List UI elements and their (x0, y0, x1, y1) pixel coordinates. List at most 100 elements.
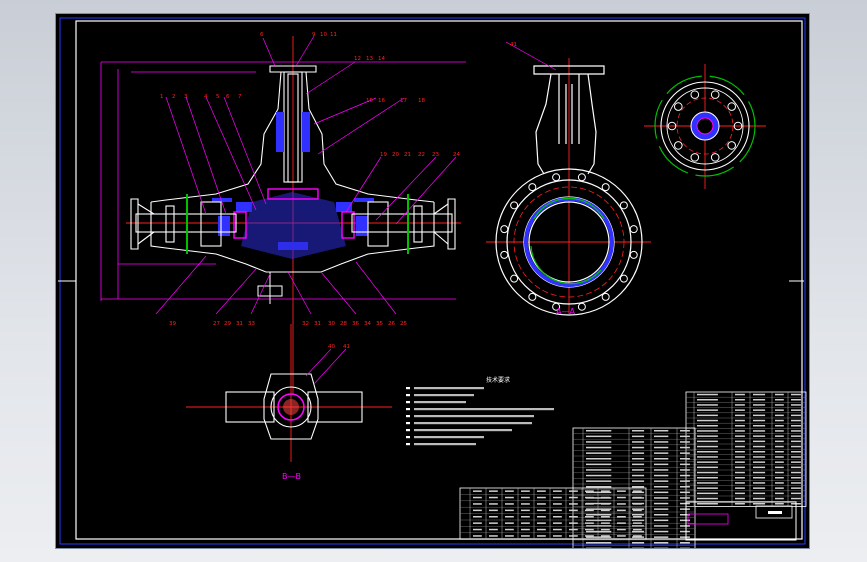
bom-cell-text (735, 440, 745, 443)
bom-cell-text (537, 522, 546, 524)
bom-cell-text (521, 496, 530, 499)
bom-cell-text (585, 490, 594, 492)
bom-cell-text (553, 496, 562, 499)
bom-cell-text (632, 480, 645, 482)
bom-cell-text (775, 430, 784, 432)
note-line (414, 408, 554, 411)
bolt-hole (528, 292, 537, 301)
bom-cell-text (791, 461, 801, 463)
section-aa-view: 41 A—A (486, 41, 651, 316)
balloon-label: 29 (224, 321, 231, 327)
note-number (406, 394, 410, 397)
bom-cell-text (654, 514, 669, 516)
bom-cell-text (753, 399, 766, 401)
bom-cell-text (697, 435, 718, 437)
balloon-label: 3 (184, 94, 188, 100)
cad-drawing: 6 9 10 11 12 13 14 15 16 17 18 1 2 3 4 5… (58, 17, 807, 548)
bom-cell-text (753, 404, 766, 406)
bom-cell-text (537, 535, 546, 537)
bom-cell-text (632, 469, 645, 471)
bom-cell-text (654, 463, 669, 466)
bom-cell-text (489, 535, 498, 537)
bom-cell-text (791, 487, 801, 489)
bom-cell-text (633, 496, 642, 499)
balloon-label: 18 (418, 98, 425, 104)
note-line (414, 394, 474, 397)
bom-cell-text (775, 393, 784, 396)
bolt-hole (629, 250, 638, 259)
bom-cell-text (537, 528, 546, 531)
bom-cell-text (586, 514, 612, 516)
bom-cell-text (585, 496, 594, 499)
bom-cell-text (586, 474, 612, 477)
bom-cell-text (775, 451, 784, 453)
bom-cell-text (753, 466, 766, 469)
bom-cell-text (680, 491, 690, 494)
flange-end-view (644, 64, 766, 189)
bom-cell-text (617, 528, 626, 531)
note-line (414, 422, 532, 425)
bom-cell-text (586, 480, 612, 482)
bom-cell-text (617, 496, 626, 499)
bom-cell-text (654, 491, 669, 494)
bolt-hole (552, 173, 561, 182)
bom-cell-text (654, 497, 669, 499)
balloon-label: 15 (366, 98, 373, 104)
bom-cell-text (735, 409, 745, 411)
balloon-label: 41 (343, 344, 350, 350)
bom-cell-text (680, 486, 690, 488)
bom-cell-text (680, 435, 690, 438)
bom-cell-text (632, 463, 645, 466)
bom-cell-text (753, 445, 766, 448)
bom-cell-text (753, 503, 766, 505)
bom-cell-text (586, 486, 612, 488)
bom-cell-text (753, 414, 766, 417)
bom-cell-text (753, 451, 766, 453)
bom-cell-text (775, 497, 784, 500)
note-line (414, 387, 484, 390)
bom-cell-text (601, 528, 610, 531)
bom-cell-text (680, 530, 690, 533)
bom-cell-text (775, 477, 784, 479)
bom-cell-text (586, 446, 612, 449)
bom-cell-text (735, 393, 745, 396)
note-number (406, 387, 410, 390)
bom-cell-text (735, 477, 745, 479)
section-bb-label: B—B (282, 472, 301, 481)
bom-cell-text (601, 535, 610, 537)
bolt-hole (601, 292, 610, 301)
bom-cell-text (489, 516, 498, 518)
bom-cell-text (753, 461, 766, 463)
title-block (685, 501, 797, 541)
balloon-label: 5 (216, 94, 220, 100)
bom-cell-text (537, 503, 546, 505)
bom-cell-text (697, 399, 718, 401)
bom-cell-text (569, 496, 578, 499)
bom-cell-text (617, 503, 626, 505)
bom-cell-text (680, 458, 690, 460)
bom-cell-text (505, 528, 514, 531)
bom-cell-text (654, 458, 669, 460)
bom-cell-text (473, 496, 482, 499)
bom-cell-text (553, 509, 562, 512)
bom-cell-text (585, 522, 594, 524)
drawing-sheet: 6 9 10 11 12 13 14 15 16 17 18 1 2 3 4 5… (56, 14, 809, 548)
bom-cell-text (680, 502, 690, 505)
bom-cell-text (735, 414, 745, 417)
bom-cell-text (735, 471, 745, 474)
bom-cell-text (791, 477, 801, 479)
bom-cell-text (680, 480, 690, 482)
balloon-label: 21 (404, 152, 411, 158)
bom-cell-text (632, 530, 645, 533)
bom-cell-text (791, 430, 801, 432)
bom-cell-text (697, 393, 718, 396)
bom-cell-text (775, 466, 784, 469)
bom-cell-text (791, 414, 801, 417)
balloon-label: 16 (378, 98, 385, 104)
bom-cell-text (680, 497, 690, 499)
bom-cell-text (753, 435, 766, 437)
bom-cell-text (569, 503, 578, 505)
bom-cell-text (680, 508, 690, 510)
note-number (406, 415, 410, 418)
bom-cell-text (654, 519, 669, 522)
